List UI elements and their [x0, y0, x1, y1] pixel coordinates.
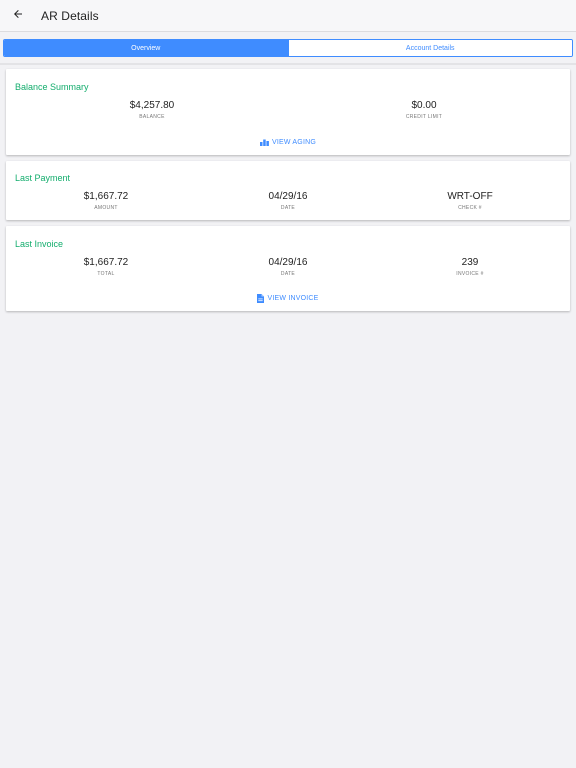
invoice-date-label: DATE [280, 271, 296, 277]
last-invoice-card: Last Invoice $1,667.72 TOTAL 04/29/16 DA… [6, 226, 570, 311]
check-label: CHECK # [458, 205, 482, 211]
invoice-date-value: 04/29/16 [268, 257, 308, 268]
credit-limit-value: $0.00 [411, 100, 437, 111]
arrow-left-icon [12, 7, 24, 25]
payment-date-stat: 04/29/16 DATE [208, 191, 368, 211]
divider [0, 63, 576, 65]
check-value: WRT-OFF [447, 191, 493, 202]
segmented-tabs: Overview Account Details [3, 39, 573, 57]
total-value: $1,667.72 [83, 257, 129, 268]
document-icon [257, 293, 265, 303]
view-invoice-button[interactable]: VIEW INVOICE [6, 292, 570, 304]
balance-summary-title: Balance Summary [15, 82, 89, 92]
last-payment-title: Last Payment [15, 173, 71, 183]
balance-label: BALANCE [139, 114, 165, 120]
total-stat: $1,667.72 TOTAL [26, 257, 186, 277]
last-payment-card: Last Payment $1,667.72 AMOUNT 04/29/16 D… [6, 161, 570, 220]
check-stat: WRT-OFF CHECK # [390, 191, 550, 211]
balance-stat: $4,257.80 BALANCE [72, 100, 232, 120]
amount-label: AMOUNT [94, 205, 118, 211]
amount-stat: $1,667.72 AMOUNT [26, 191, 186, 211]
invoice-number-stat: 239 INVOICE # [390, 257, 550, 277]
invoice-date-stat: 04/29/16 DATE [208, 257, 368, 277]
view-invoice-label: VIEW INVOICE [267, 294, 319, 302]
view-aging-label: VIEW AGING [271, 138, 316, 146]
tab-overview[interactable]: Overview [4, 40, 288, 56]
balance-summary-card: Balance Summary $4,257.80 BALANCE $0.00 … [6, 69, 570, 155]
last-invoice-title: Last Invoice [15, 239, 64, 249]
payment-date-label: DATE [280, 205, 296, 211]
balance-value: $4,257.80 [129, 100, 175, 111]
tab-account-details[interactable]: Account Details [287, 40, 572, 56]
app-bar: AR Details [0, 0, 576, 32]
view-aging-button[interactable]: VIEW AGING [6, 136, 570, 148]
invoice-number-label: INVOICE # [456, 271, 484, 277]
invoice-number-value: 239 [461, 257, 479, 268]
payment-date-value: 04/29/16 [268, 191, 308, 202]
page-title: AR Details [41, 8, 99, 23]
bar-chart-icon [259, 139, 269, 146]
credit-limit-stat: $0.00 CREDIT LIMIT [344, 100, 504, 120]
total-label: TOTAL [97, 271, 115, 277]
credit-limit-label: CREDIT LIMIT [405, 114, 443, 120]
back-button[interactable] [0, 0, 36, 32]
amount-value: $1,667.72 [83, 191, 129, 202]
